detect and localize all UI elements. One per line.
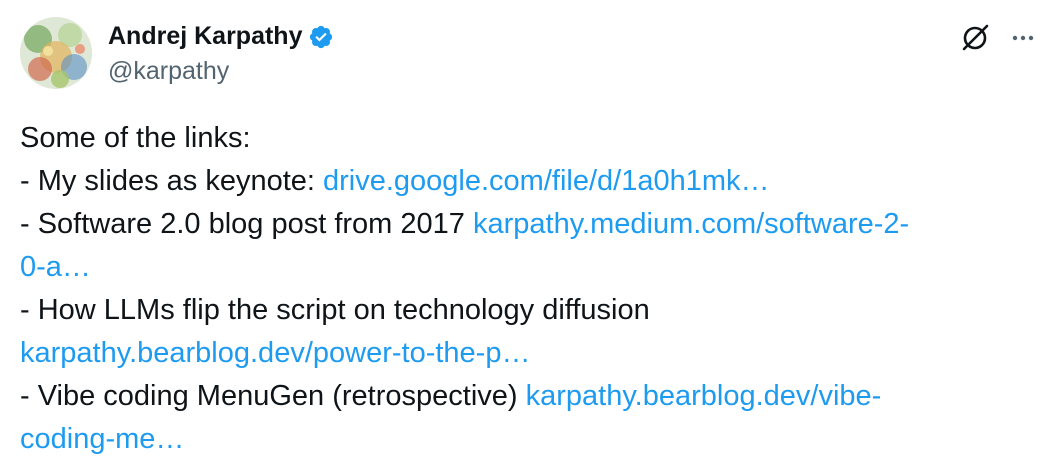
- more-dots-icon[interactable]: [1008, 23, 1038, 53]
- author-handle[interactable]: @karpathy: [108, 56, 229, 86]
- software-2-0-link-cont[interactable]: 0-a…: [20, 251, 91, 283]
- grok-icon[interactable]: [958, 21, 992, 55]
- tweet-line-intro: Some of the links:: [20, 117, 1032, 160]
- software-2-0-link[interactable]: karpathy.medium.com/software-2-: [473, 208, 909, 240]
- author-avatar[interactable]: [20, 17, 92, 89]
- intro-text: Some of the links:: [20, 122, 251, 154]
- slides-link[interactable]: drive.google.com/file/d/1a0h1mk…: [323, 165, 770, 197]
- tweet-line-1: - My slides as keynote: drive.google.com…: [20, 160, 1032, 203]
- item1-text: - My slides as keynote:: [20, 165, 323, 197]
- tweet-line-3b: karpathy.bearblog.dev/power-to-the-p…: [20, 332, 1032, 375]
- avatar-image-icon: [20, 17, 92, 89]
- tweet-line-2b: 0-a…: [20, 246, 1032, 289]
- tweet-card: Andrej Karpathy @karpathy Some of the li…: [0, 0, 1052, 474]
- tweet-line-3: - How LLMs flip the script on technology…: [20, 289, 1032, 332]
- item4-text: - Vibe coding MenuGen (retrospective): [20, 380, 526, 412]
- tweet-text: Some of the links: - My slides as keynot…: [20, 117, 1032, 461]
- item3-text: - How LLMs flip the script on technology…: [20, 294, 650, 326]
- vibe-coding-link[interactable]: karpathy.bearblog.dev/vibe-: [526, 380, 882, 412]
- tweet-line-4b: coding-me…: [20, 418, 1032, 461]
- power-to-the-people-link[interactable]: karpathy.bearblog.dev/power-to-the-p…: [20, 337, 530, 369]
- author-name-row: Andrej Karpathy: [108, 21, 334, 51]
- author-display-name[interactable]: Andrej Karpathy: [108, 21, 302, 51]
- tweet-line-2: - Software 2.0 blog post from 2017 karpa…: [20, 203, 1032, 246]
- verified-badge-icon[interactable]: [308, 24, 334, 50]
- tweet-line-4: - Vibe coding MenuGen (retrospective) ka…: [20, 375, 1032, 418]
- vibe-coding-link-cont[interactable]: coding-me…: [20, 423, 184, 455]
- item2-text: - Software 2.0 blog post from 2017: [20, 208, 473, 240]
